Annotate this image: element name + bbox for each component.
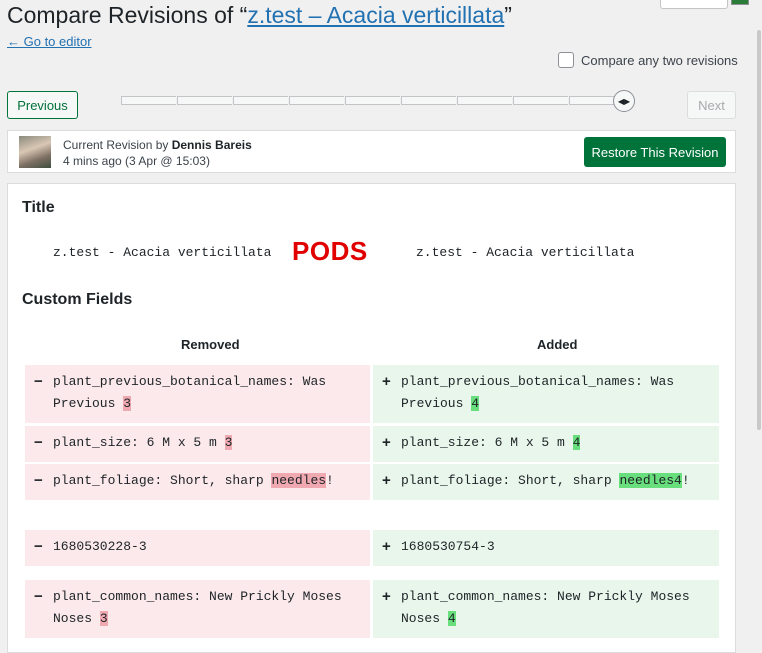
previous-button[interactable]: Previous (7, 91, 78, 119)
page-title: Compare Revisions of “z.test – Acacia ve… (7, 2, 512, 29)
title-new: z.test - Acacia verticillata (416, 245, 635, 260)
slider-tick (289, 96, 344, 105)
removed-cell: − plant_size: 6 M x 5 m 3 (25, 426, 370, 462)
removed-text: plant_size: 6 M x 5 m (53, 435, 225, 450)
added-highlight: 4 (572, 435, 581, 450)
removed-text: 1680530228-3 (53, 539, 147, 554)
removed-highlight: 3 (224, 435, 233, 450)
diff-row: − 1680530228-3 + 1680530754-3 (25, 530, 719, 566)
slider-tick (513, 96, 568, 105)
added-text: plant_size: 6 M x 5 m (401, 435, 573, 450)
author-prefix: Current Revision by (63, 138, 172, 152)
added-text: Previous (401, 396, 472, 411)
removed-text: Previous (53, 396, 124, 411)
revision-author: Current Revision by Dennis Bareis (63, 138, 252, 152)
added-cell: + plant_previous_botanical_names: Was Pr… (373, 365, 719, 423)
minus-icon: − (34, 472, 43, 489)
post-title-link[interactable]: z.test – Acacia verticillata (247, 2, 504, 28)
revision-date: 4 mins ago (3 Apr @ 15:03) (63, 154, 210, 168)
diff-panel: Title z.test - Acacia verticillata PODS … (7, 183, 736, 653)
title-prefix: Compare Revisions of “ (7, 2, 248, 28)
slider-tick (345, 96, 400, 105)
added-highlight: 4 (471, 396, 480, 411)
title-suffix: ” (504, 2, 512, 28)
minus-icon: − (34, 538, 43, 555)
added-cell: + plant_foliage: Short, sharp needles4! (373, 464, 719, 500)
help-icon[interactable] (731, 0, 749, 5)
removed-header: Removed (181, 337, 240, 352)
title-old: z.test - Acacia verticillata (53, 245, 272, 260)
slider-tick (401, 96, 456, 105)
compare-two-toggle[interactable]: Compare any two revisions (558, 52, 738, 68)
added-text: plant_foliage: Short, sharp (401, 473, 620, 488)
avatar (19, 136, 51, 168)
plus-icon: + (382, 538, 391, 555)
removed-text: plant_common_names: New Prickly Moses (53, 589, 342, 604)
added-cell: + plant_common_names: New Prickly Moses … (373, 580, 719, 638)
removed-text: plant_previous_botanical_names: Was (53, 374, 327, 389)
minus-icon: − (34, 434, 43, 451)
removed-text: ! (326, 473, 334, 488)
plus-icon: + (382, 588, 391, 605)
slider-tick (233, 96, 288, 105)
removed-cell: − 1680530228-3 (25, 530, 370, 566)
plus-icon: + (382, 434, 391, 451)
diff-row: − plant_foliage: Short, sharp needles! +… (25, 464, 719, 500)
added-text: Noses (401, 611, 448, 626)
added-highlight: 4 (447, 611, 456, 626)
time-ago: 4 mins ago (63, 154, 122, 168)
slider-tick (457, 96, 512, 105)
author-name: Dennis Bareis (171, 138, 252, 152)
added-text: plant_previous_botanical_names: Was (401, 374, 675, 389)
scrollbar[interactable] (756, 0, 762, 647)
added-text: ! (681, 473, 690, 488)
restore-revision-button[interactable]: Restore This Revision (584, 137, 726, 167)
custom-fields-heading: Custom Fields (22, 291, 133, 308)
compare-two-label: Compare any two revisions (581, 52, 738, 68)
diff-row: − plant_previous_botanical_names: Was Pr… (25, 365, 719, 423)
plus-icon: + (382, 472, 391, 489)
minus-icon: − (34, 588, 43, 605)
added-text: plant_common_names: New Prickly Moses (401, 589, 690, 604)
minus-icon: − (34, 373, 43, 390)
removed-cell: − plant_foliage: Short, sharp needles! (25, 464, 370, 500)
diff-row: − plant_size: 6 M x 5 m 3 + plant_size: … (25, 426, 719, 462)
removed-highlight: needles (271, 473, 327, 488)
slider-tick (569, 96, 617, 105)
diff-row: − plant_common_names: New Prickly Moses … (25, 580, 719, 638)
screen-options-tab[interactable] (660, 0, 728, 9)
date-text: (3 Apr @ 15:03) (125, 154, 210, 168)
compare-two-checkbox[interactable] (558, 52, 574, 68)
removed-highlight: 3 (123, 396, 132, 411)
removed-text: plant_foliage: Short, sharp (53, 473, 272, 488)
removed-highlight: 3 (99, 611, 108, 626)
removed-text: Noses (53, 611, 100, 626)
added-header: Added (537, 337, 578, 352)
added-cell: + 1680530754-3 (373, 530, 719, 566)
revision-meta: Current Revision by Dennis Bareis 4 mins… (7, 130, 736, 173)
removed-cell: − plant_previous_botanical_names: Was Pr… (25, 365, 370, 423)
removed-cell: − plant_common_names: New Prickly Moses … (25, 580, 370, 638)
added-cell: + plant_size: 6 M x 5 m 4 (373, 426, 719, 462)
pods-overlay: PODS (292, 236, 368, 266)
go-to-editor-link[interactable]: ← Go to editor (7, 34, 92, 49)
title-heading: Title (22, 199, 55, 216)
revision-slider[interactable] (121, 96, 625, 106)
slider-tick (121, 96, 176, 105)
slider-handle[interactable]: ◀▶ (613, 90, 635, 112)
added-highlight: needles4 (619, 473, 682, 488)
slider-tick (177, 96, 232, 105)
added-text: 1680530754-3 (401, 539, 495, 554)
next-button[interactable]: Next (687, 91, 736, 119)
plus-icon: + (382, 373, 391, 390)
